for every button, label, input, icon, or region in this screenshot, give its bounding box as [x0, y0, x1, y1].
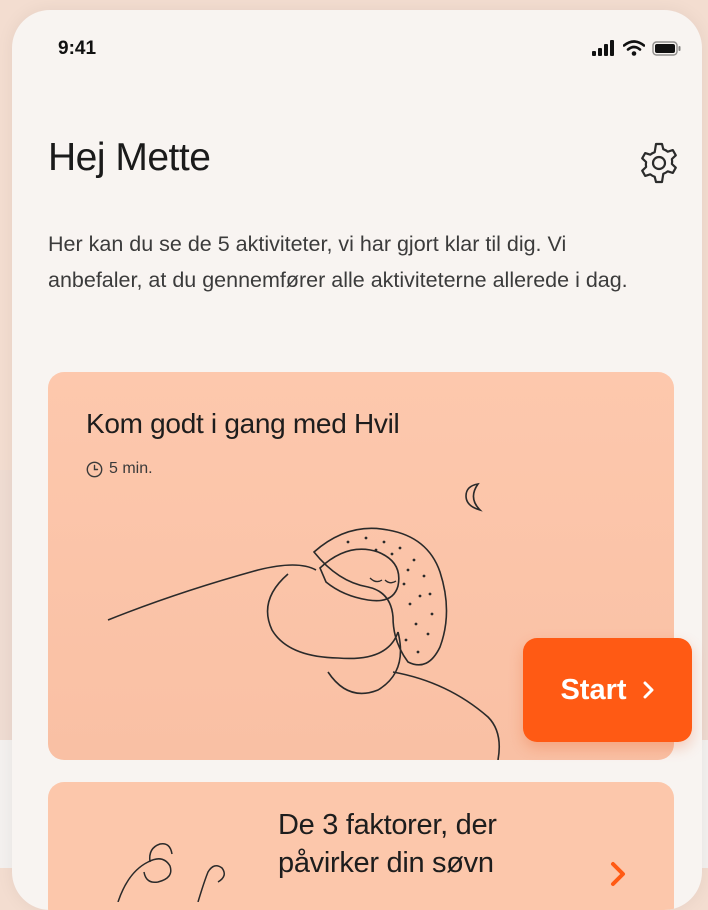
chevron-right-icon: [643, 681, 654, 699]
start-button[interactable]: Start: [523, 638, 692, 742]
chevron-right-icon[interactable]: [608, 860, 628, 888]
activity-title: De 3 faktorer, der påvirker din søvn: [278, 809, 497, 879]
activity-card[interactable]: De 3 faktorer, der påvirker din søvn: [48, 782, 674, 910]
start-label: Start: [560, 673, 627, 706]
battery-icon: [652, 41, 681, 56]
phone-screen: 9:41 Hej Mette Her kan du se de 5 aktivi…: [12, 10, 702, 910]
plant-illustration: [117, 842, 225, 902]
settings-button[interactable]: [634, 138, 684, 188]
gear-icon: [641, 142, 677, 184]
wifi-icon: [623, 40, 645, 56]
page-title: Hej Mette: [48, 136, 211, 179]
status-time: 9:41: [58, 38, 97, 59]
intro-text: Her kan du se de 5 aktiviteter, vi har g…: [48, 232, 628, 292]
signal-icon: [592, 40, 614, 56]
status-icons: [592, 40, 682, 56]
